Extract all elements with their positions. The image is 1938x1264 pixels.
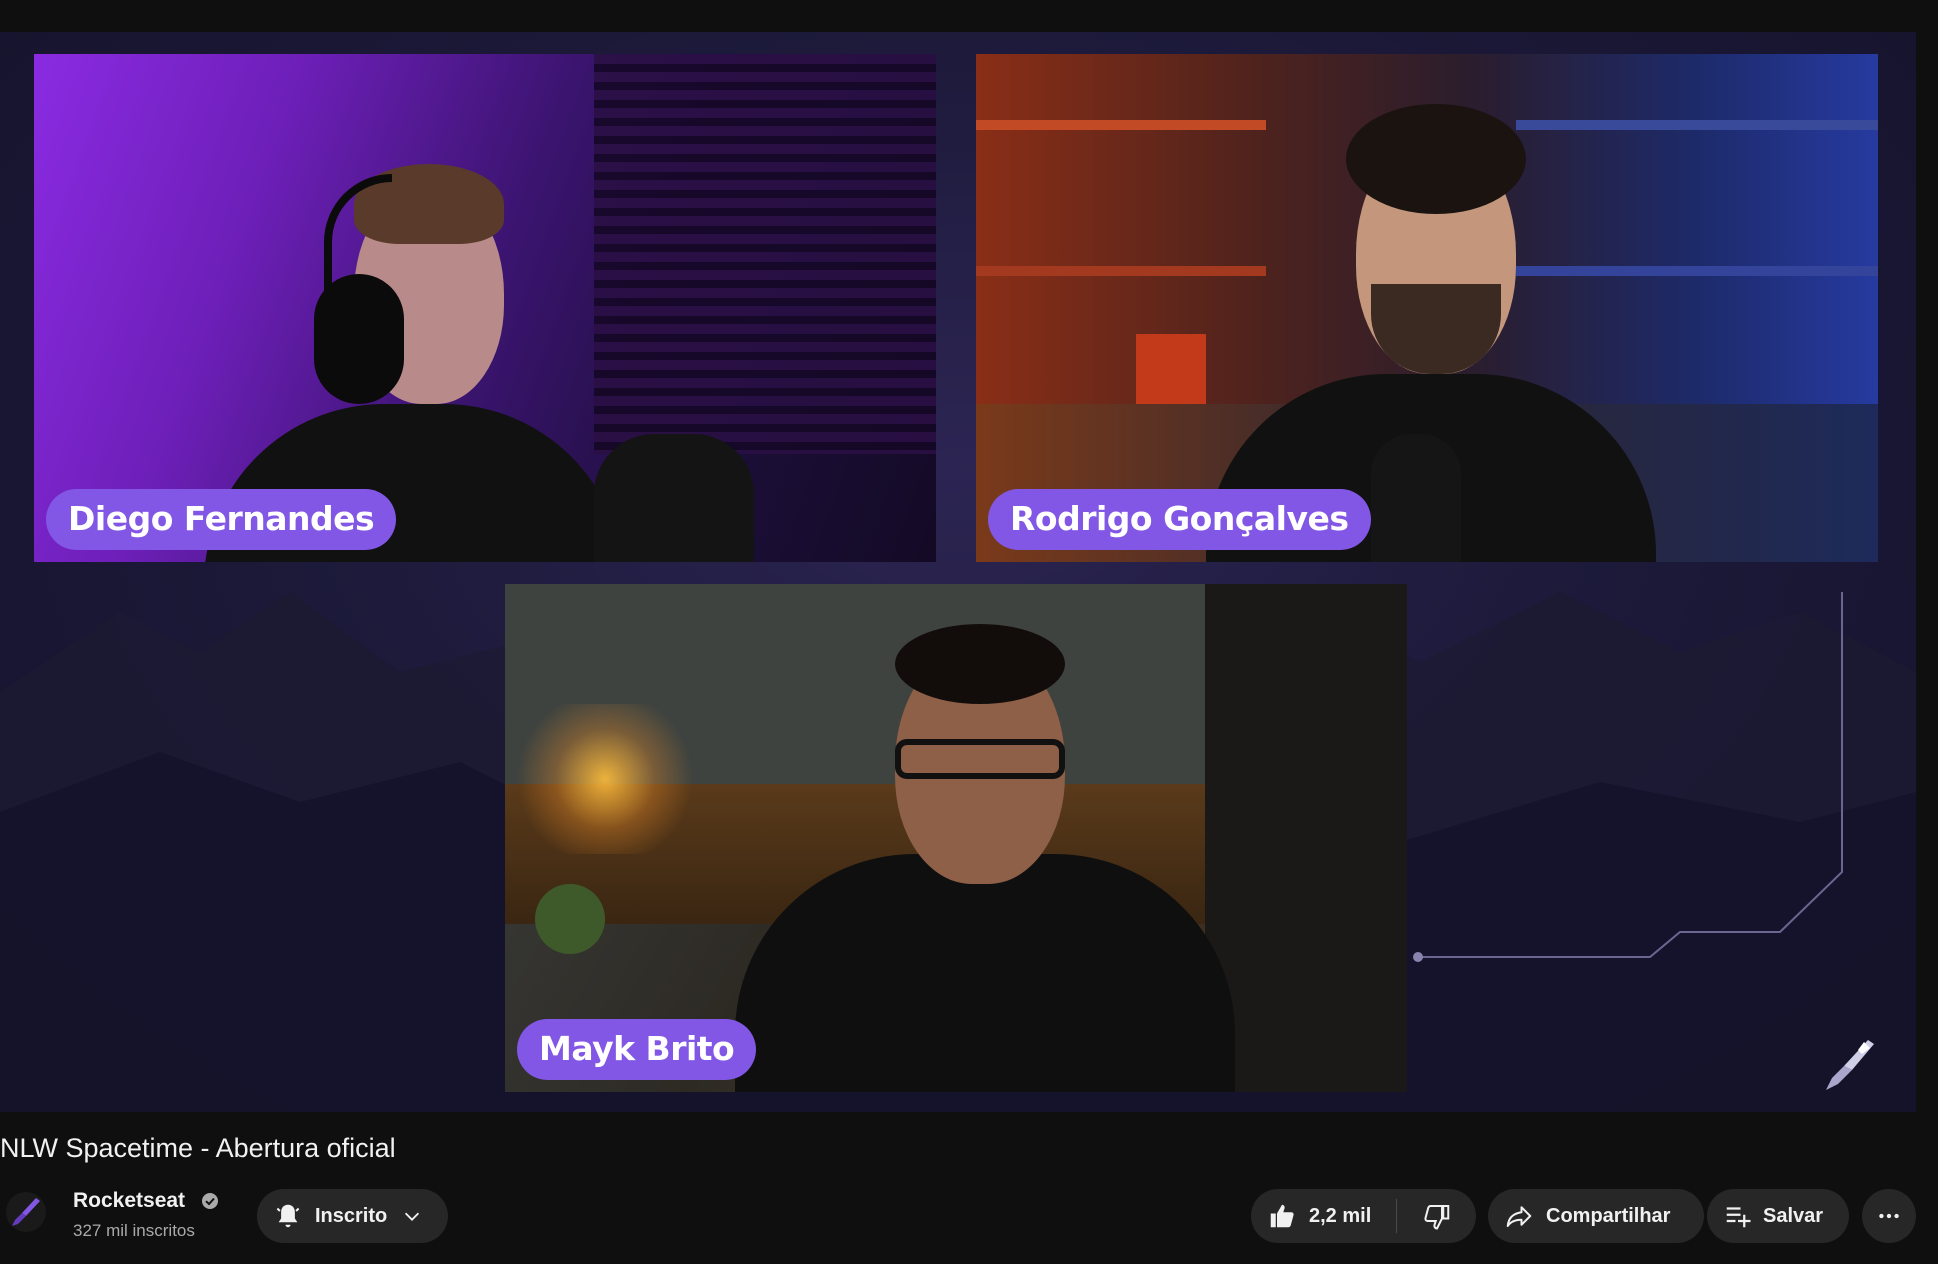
share-button[interactable]: Compartilhar xyxy=(1488,1189,1704,1243)
subscribed-label: Inscrito xyxy=(315,1204,388,1227)
thumbs-up-icon xyxy=(1270,1204,1294,1228)
subscribed-button[interactable]: Inscrito xyxy=(257,1189,448,1243)
video-feed-rodrigo: Rodrigo Gonçalves xyxy=(976,54,1878,562)
participant-name-tag: Rodrigo Gonçalves xyxy=(988,489,1371,550)
channel-avatar[interactable] xyxy=(6,1192,46,1232)
rocket-icon xyxy=(12,1198,40,1226)
chevron-down-icon xyxy=(405,1212,420,1221)
share-label: Compartilhar xyxy=(1546,1204,1671,1227)
video-player[interactable]: Diego Fernandes Rodrigo Gonçalves Mayk B… xyxy=(0,32,1916,1112)
rocket-icon xyxy=(1826,1040,1874,1090)
subscriber-count: 327 mil inscritos xyxy=(73,1221,195,1240)
share-icon xyxy=(1506,1206,1532,1227)
dislike-button[interactable] xyxy=(1397,1189,1476,1243)
more-icon xyxy=(1879,1213,1899,1219)
video-feed-mayk: Mayk Brito xyxy=(505,584,1407,1092)
video-title: NLW Spacetime - Abertura oficial xyxy=(0,1133,396,1163)
verified-icon xyxy=(202,1193,218,1209)
channel-name[interactable]: Rocketseat xyxy=(73,1189,185,1213)
participant-name-tag: Diego Fernandes xyxy=(46,489,397,550)
participant-name-tag: Mayk Brito xyxy=(517,1019,757,1080)
more-actions-button[interactable] xyxy=(1862,1189,1916,1243)
window-blinds xyxy=(594,54,936,454)
like-dislike-group: 2,2 mil xyxy=(1251,1189,1476,1243)
playlist-add-icon xyxy=(1726,1207,1751,1228)
thumbs-down-icon xyxy=(1423,1205,1449,1230)
like-button[interactable]: 2,2 mil xyxy=(1251,1189,1396,1243)
bell-icon xyxy=(276,1204,300,1228)
save-label: Salvar xyxy=(1763,1204,1824,1227)
save-button[interactable]: Salvar xyxy=(1707,1189,1849,1243)
top-bar xyxy=(0,0,1938,32)
desk-lamp xyxy=(505,704,705,854)
video-feed-diego: Diego Fernandes xyxy=(34,54,936,562)
like-count: 2,2 mil xyxy=(1309,1204,1372,1227)
